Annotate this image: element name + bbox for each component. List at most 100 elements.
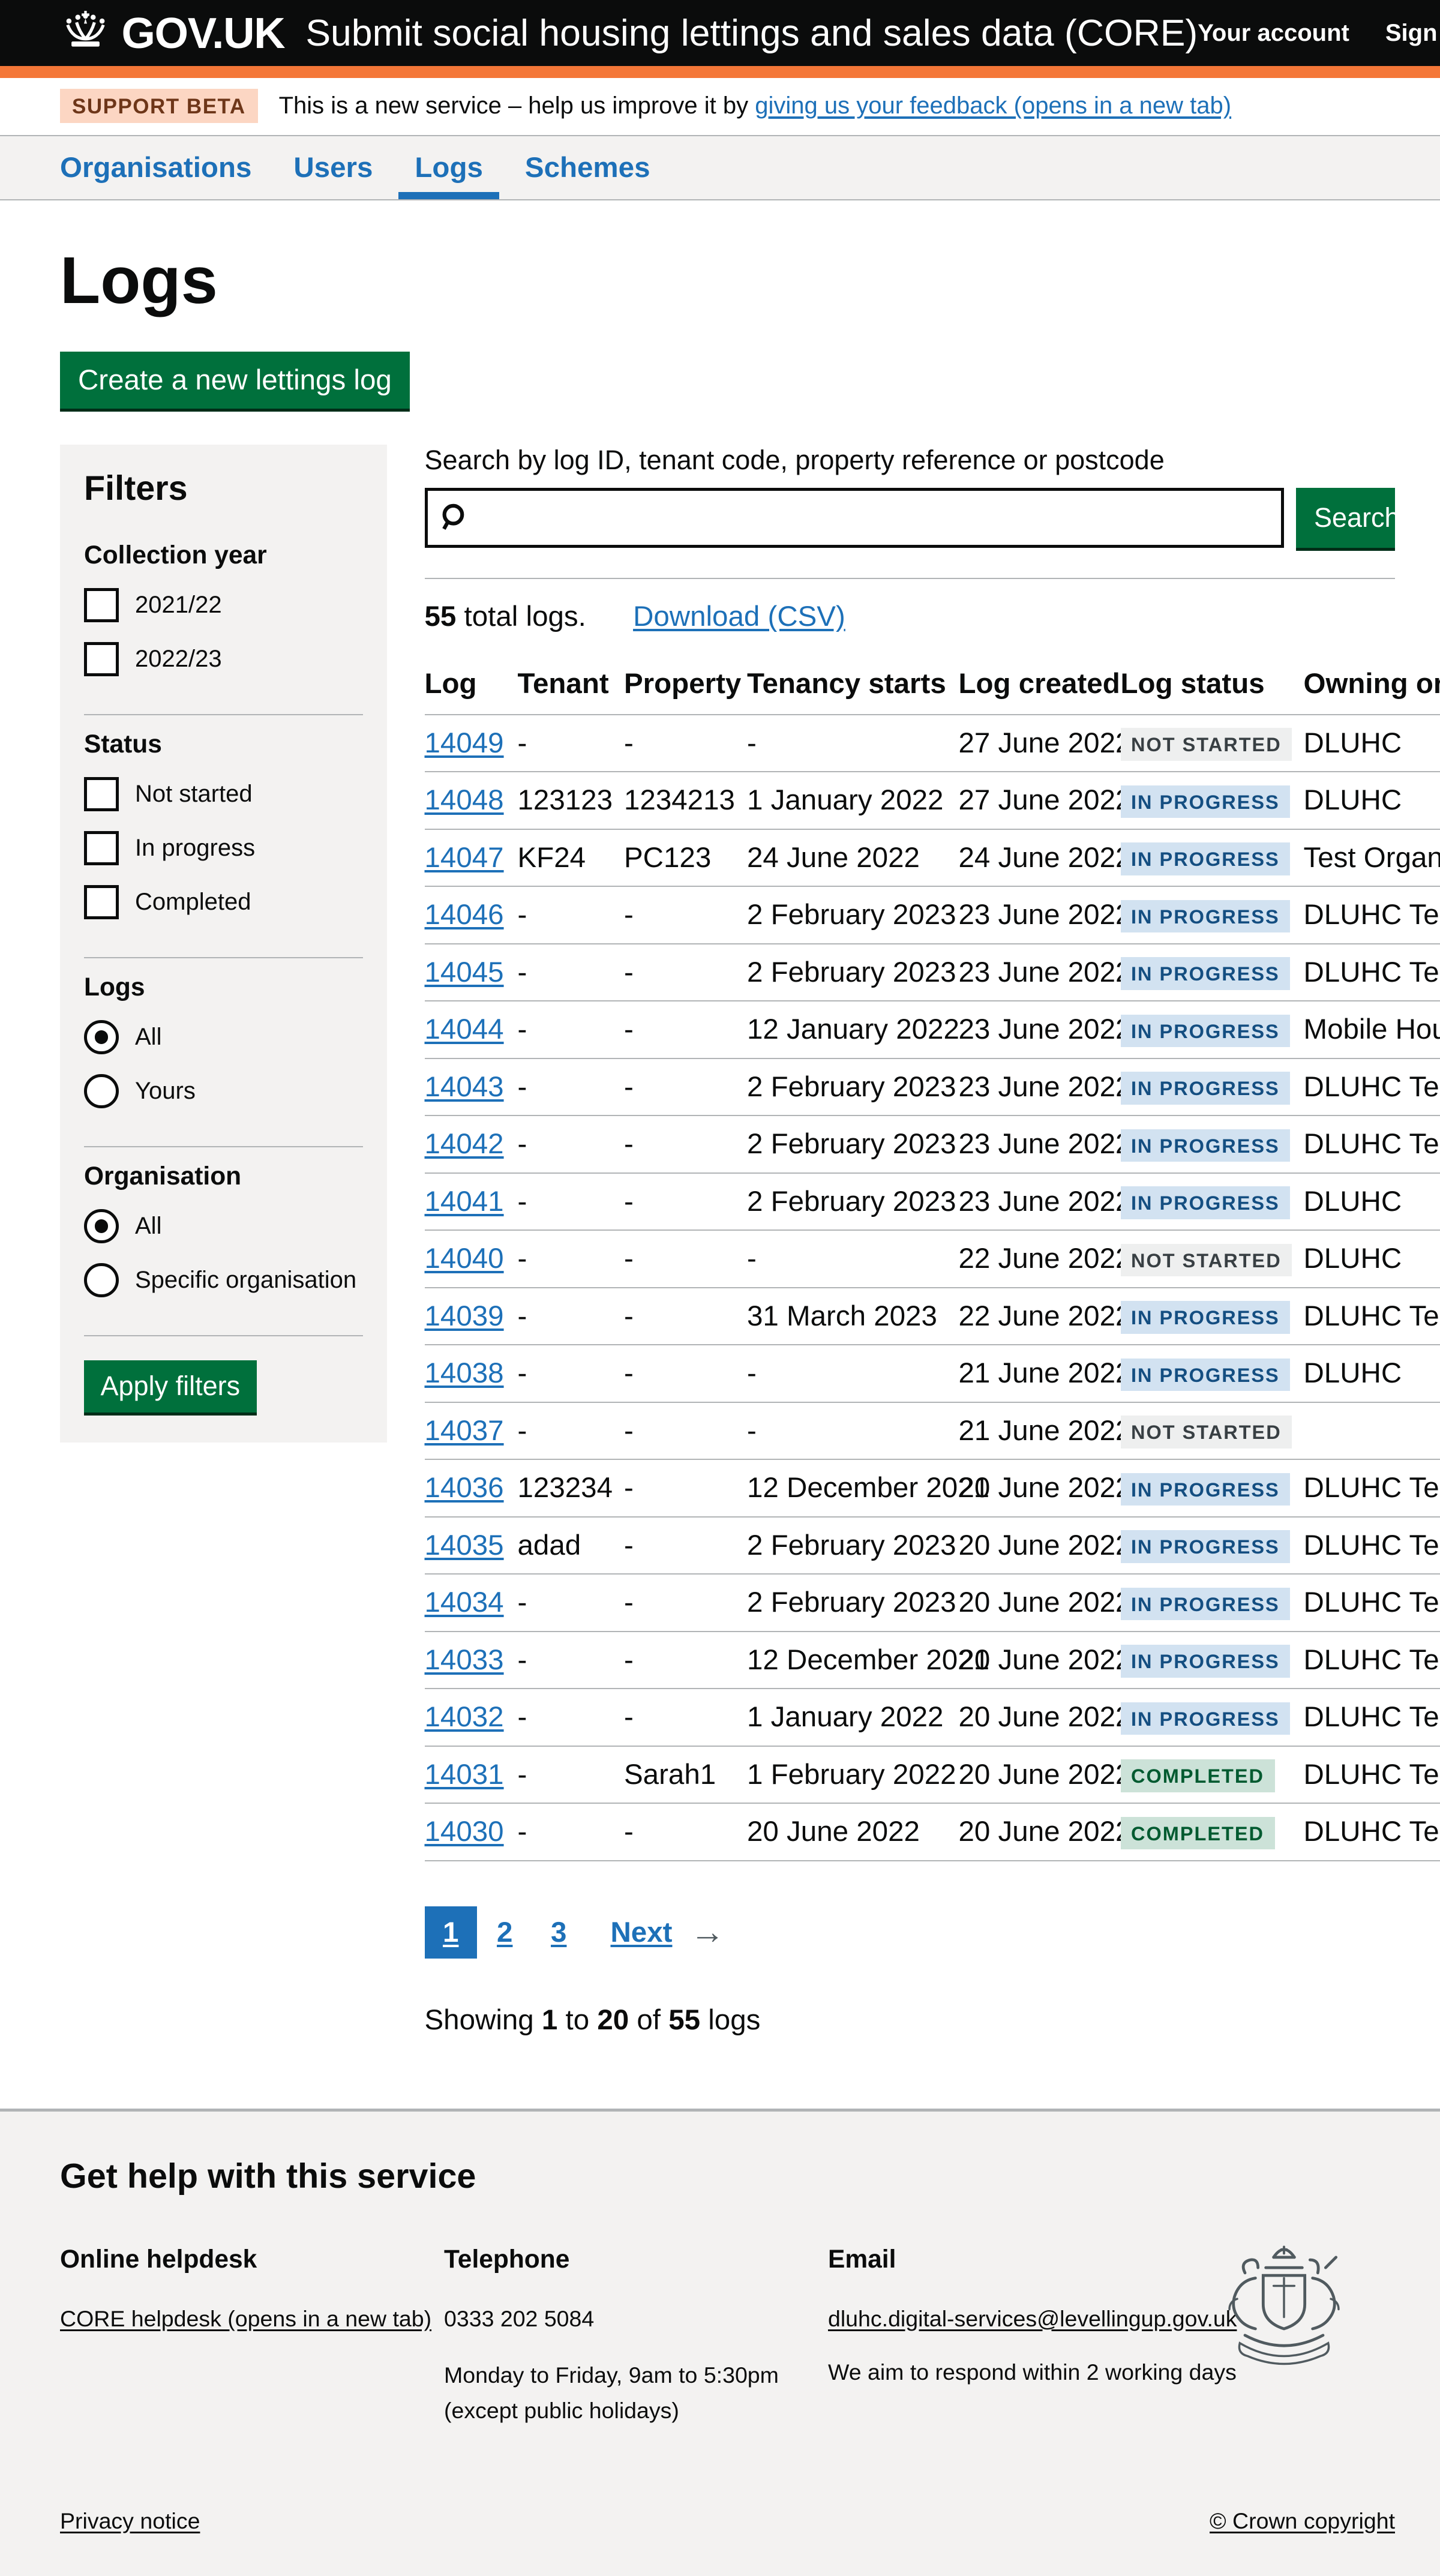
status-badge: IN PROGRESS bbox=[1121, 900, 1291, 933]
column-header-log-created: Log created bbox=[959, 654, 1121, 715]
checkbox-2022-23[interactable] bbox=[84, 642, 119, 677]
log-id-cell: 14046 bbox=[425, 886, 518, 944]
download-csv-link[interactable]: Download (CSV) bbox=[633, 601, 845, 632]
log-id-link[interactable]: 14036 bbox=[425, 1472, 504, 1504]
log-id-link[interactable]: 14034 bbox=[425, 1587, 504, 1618]
tenancy-starts-cell: 24 June 2022 bbox=[747, 829, 959, 887]
filter-option: Completed bbox=[84, 885, 363, 920]
log-id-link[interactable]: 14040 bbox=[425, 1243, 504, 1274]
pagination-next-link[interactable]: Next bbox=[611, 1916, 673, 1949]
tenancy-starts-cell: 2 February 2023 bbox=[747, 1173, 959, 1231]
search-input[interactable] bbox=[425, 488, 1285, 548]
table-row: 1404812312312342131 January 202227 June … bbox=[425, 772, 1440, 829]
tab-logs[interactable]: Logs bbox=[398, 136, 499, 199]
log-status-cell: IN PROGRESS bbox=[1121, 772, 1304, 829]
log-id-link[interactable]: 14044 bbox=[425, 1013, 504, 1045]
log-id-cell: 14042 bbox=[425, 1115, 518, 1173]
owning-organisation-cell: DLUHC Test bbox=[1304, 1632, 1440, 1689]
total-count-suffix: total logs. bbox=[456, 601, 586, 632]
filter-option-label: All bbox=[135, 1213, 161, 1240]
govuk-logo-link[interactable]: GOV.UK bbox=[60, 8, 284, 58]
owning-organisation-cell: Mobile Housing bbox=[1304, 1001, 1440, 1058]
tab-schemes[interactable]: Schemes bbox=[508, 136, 667, 199]
log-id-link[interactable]: 14030 bbox=[425, 1816, 504, 1848]
log-id-cell: 14035 bbox=[425, 1517, 518, 1575]
log-id-link[interactable]: 14032 bbox=[425, 1701, 504, 1733]
table-row: 14043--2 February 202323 June 2022IN PRO… bbox=[425, 1058, 1440, 1116]
checkbox-in-progress[interactable] bbox=[84, 831, 119, 866]
footer-heading: Get help with this service bbox=[60, 2157, 1395, 2196]
log-id-link[interactable]: 14035 bbox=[425, 1530, 504, 1561]
sign-out-link[interactable]: Sign out bbox=[1385, 20, 1440, 47]
filter-option: 2022/23 bbox=[84, 642, 363, 677]
radio-all[interactable] bbox=[84, 1020, 119, 1055]
tenancy-starts-cell: 31 March 2023 bbox=[747, 1288, 959, 1345]
table-row: 14037---21 June 2022NOT STARTED bbox=[425, 1402, 1440, 1460]
checkbox-completed[interactable] bbox=[84, 885, 119, 920]
log-created-cell: 23 June 2022 bbox=[959, 1173, 1121, 1231]
tenant-cell: - bbox=[518, 1632, 625, 1689]
pagination-page-2[interactable]: 2 bbox=[479, 1906, 532, 1959]
telephone-hours: Monday to Friday, 9am to 5:30pm bbox=[444, 2359, 828, 2391]
your-account-link[interactable]: Your account bbox=[1198, 20, 1349, 47]
log-id-link[interactable]: 14048 bbox=[425, 784, 504, 816]
status-badge: COMPLETED bbox=[1121, 1759, 1275, 1792]
brand-orange-bar bbox=[0, 66, 1440, 78]
feedback-link[interactable]: giving us your feedback (opens in a new … bbox=[755, 92, 1231, 119]
filter-option: Not started bbox=[84, 777, 363, 812]
log-id-link[interactable]: 14045 bbox=[425, 956, 504, 988]
log-id-link[interactable]: 14039 bbox=[425, 1300, 504, 1332]
property-cell: - bbox=[624, 1058, 747, 1116]
property-cell: - bbox=[624, 1402, 747, 1460]
log-id-link[interactable]: 14033 bbox=[425, 1644, 504, 1676]
log-id-cell: 14041 bbox=[425, 1173, 518, 1231]
log-id-link[interactable]: 14031 bbox=[425, 1759, 504, 1791]
create-lettings-log-button[interactable]: Create a new lettings log bbox=[60, 352, 410, 409]
log-id-link[interactable]: 14049 bbox=[425, 727, 504, 759]
email-link[interactable]: dluhc.digital-services@levellingup.gov.u… bbox=[828, 2306, 1237, 2331]
log-status-cell: COMPLETED bbox=[1121, 1803, 1304, 1861]
log-id-link[interactable]: 14042 bbox=[425, 1128, 504, 1160]
radio-specific-organisation[interactable] bbox=[84, 1263, 119, 1298]
checkbox-not-started[interactable] bbox=[84, 777, 119, 812]
radio-yours[interactable] bbox=[84, 1074, 119, 1109]
owning-organisation-cell: DLUHC Test bbox=[1304, 1746, 1440, 1804]
service-name[interactable]: Submit social housing lettings and sales… bbox=[305, 11, 1198, 55]
pagination-page-3[interactable]: 3 bbox=[533, 1906, 586, 1959]
log-id-link[interactable]: 14037 bbox=[425, 1415, 504, 1447]
log-status-cell: NOT STARTED bbox=[1121, 1402, 1304, 1460]
log-id-link[interactable]: 14041 bbox=[425, 1186, 504, 1217]
log-status-cell: IN PROGRESS bbox=[1121, 944, 1304, 1001]
tenancy-starts-cell: 2 February 2023 bbox=[747, 1115, 959, 1173]
tab-organisations[interactable]: Organisations bbox=[44, 136, 268, 199]
property-cell: PC123 bbox=[624, 829, 747, 887]
owning-organisation-cell: DLUHC Test bbox=[1304, 1689, 1440, 1746]
apply-filters-wrap: Apply filters bbox=[84, 1335, 363, 1413]
search-label: Search by log ID, tenant code, property … bbox=[425, 445, 1440, 476]
tab-users[interactable]: Users bbox=[277, 136, 389, 199]
table-row: 14041--2 February 202323 June 2022IN PRO… bbox=[425, 1173, 1440, 1231]
log-id-link[interactable]: 14043 bbox=[425, 1071, 504, 1103]
crown-copyright-link[interactable]: © Crown copyright bbox=[1210, 2508, 1395, 2534]
search-button[interactable]: Search bbox=[1296, 488, 1395, 548]
table-row: 14046--2 February 202323 June 2022IN PRO… bbox=[425, 886, 1440, 944]
log-id-link[interactable]: 14047 bbox=[425, 842, 504, 874]
status-badge: IN PROGRESS bbox=[1121, 842, 1291, 875]
showing-of-word: of bbox=[629, 2004, 668, 2036]
apply-filters-button[interactable]: Apply filters bbox=[84, 1360, 257, 1413]
table-row: 14047KF24PC12324 June 202224 June 2022IN… bbox=[425, 829, 1440, 887]
log-id-link[interactable]: 14046 bbox=[425, 899, 504, 931]
pagination-page-1[interactable]: 1 bbox=[425, 1906, 478, 1959]
log-created-cell: 23 June 2022 bbox=[959, 1058, 1121, 1116]
filters-panel: Filters Collection year2021/222022/23Sta… bbox=[60, 445, 387, 1443]
filter-option-label: Completed bbox=[135, 889, 251, 916]
status-badge: IN PROGRESS bbox=[1121, 1301, 1291, 1334]
checkbox-2021-22[interactable] bbox=[84, 588, 119, 623]
property-cell: - bbox=[624, 1230, 747, 1288]
tenant-cell: - bbox=[518, 1402, 625, 1460]
log-id-link[interactable]: 14038 bbox=[425, 1357, 504, 1389]
radio-all[interactable] bbox=[84, 1209, 119, 1244]
core-helpdesk-link[interactable]: CORE helpdesk (opens in a new tab) bbox=[60, 2306, 431, 2331]
logs-table-header: LogTenantPropertyTenancy startsLog creat… bbox=[425, 654, 1440, 715]
privacy-notice-link[interactable]: Privacy notice bbox=[60, 2508, 200, 2534]
